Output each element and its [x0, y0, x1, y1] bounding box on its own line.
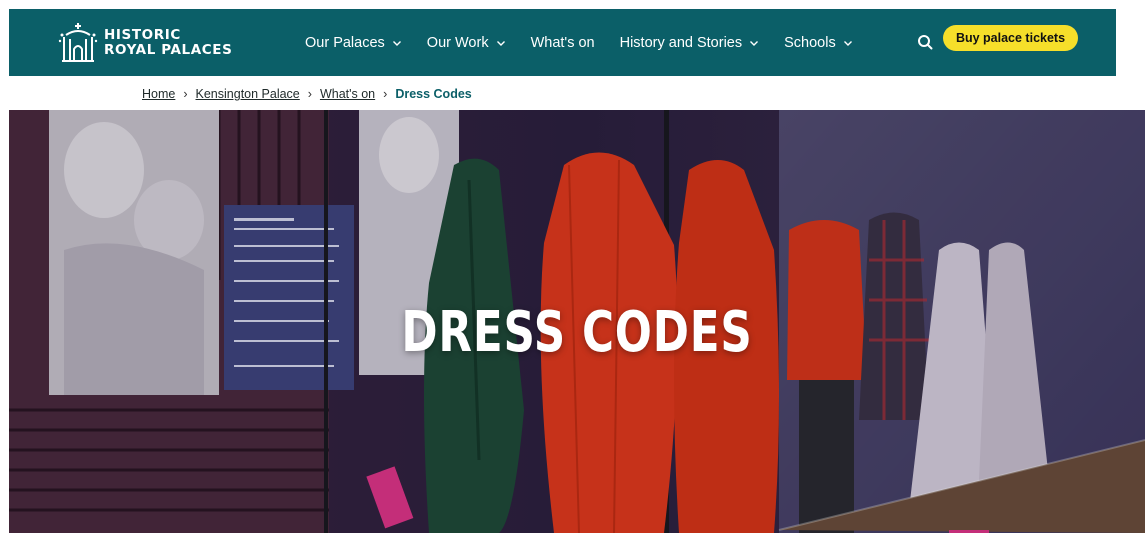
chevron-down-icon — [496, 40, 505, 46]
breadcrumb-current: Dress Codes — [395, 87, 472, 101]
chevron-right-icon: › — [183, 87, 188, 101]
site-header: HISTORIC ROYAL PALACES Our Palaces Our W… — [9, 9, 1116, 76]
nav-label: What's on — [530, 34, 595, 51]
search-icon — [918, 35, 933, 50]
nav-our-palaces[interactable]: Our Palaces — [305, 35, 402, 51]
breadcrumb-kensington-palace[interactable]: Kensington Palace — [196, 87, 300, 101]
chevron-right-icon: › — [307, 87, 312, 101]
nav-schools[interactable]: Schools — [784, 35, 853, 51]
logo-line-1: HISTORIC — [104, 26, 181, 43]
chevron-down-icon — [392, 40, 401, 46]
logo-wordmark: HISTORIC ROYAL PALACES — [104, 26, 233, 58]
crown-gate-icon — [58, 22, 98, 62]
search-button[interactable] — [912, 29, 938, 55]
hero-banner: DRESS CODES — [9, 110, 1145, 533]
hero-title: DRESS CODES — [401, 300, 753, 365]
breadcrumb-home[interactable]: Home — [142, 87, 175, 101]
nav-label: History and Stories — [619, 34, 743, 51]
nav-our-work[interactable]: Our Work — [427, 35, 506, 51]
breadcrumb-whats-on[interactable]: What's on — [320, 87, 375, 101]
chevron-right-icon: › — [383, 87, 388, 101]
chevron-down-icon — [750, 40, 759, 46]
nav-whats-on[interactable]: What's on — [531, 35, 595, 51]
chevron-down-icon — [843, 40, 852, 46]
nav-label: Schools — [784, 34, 836, 51]
buy-tickets-button[interactable]: Buy palace tickets — [943, 25, 1078, 51]
nav-label: Our Work — [426, 34, 489, 51]
nav-history-and-stories[interactable]: History and Stories — [620, 35, 760, 51]
site-logo[interactable]: HISTORIC ROYAL PALACES — [56, 15, 232, 70]
nav-label: Our Palaces — [305, 34, 385, 51]
main-nav: Our Palaces Our Work What's on History a… — [305, 9, 878, 76]
logo-line-2: ROYAL PALACES — [104, 41, 233, 58]
breadcrumb: Home › Kensington Palace › What's on › D… — [142, 84, 472, 104]
